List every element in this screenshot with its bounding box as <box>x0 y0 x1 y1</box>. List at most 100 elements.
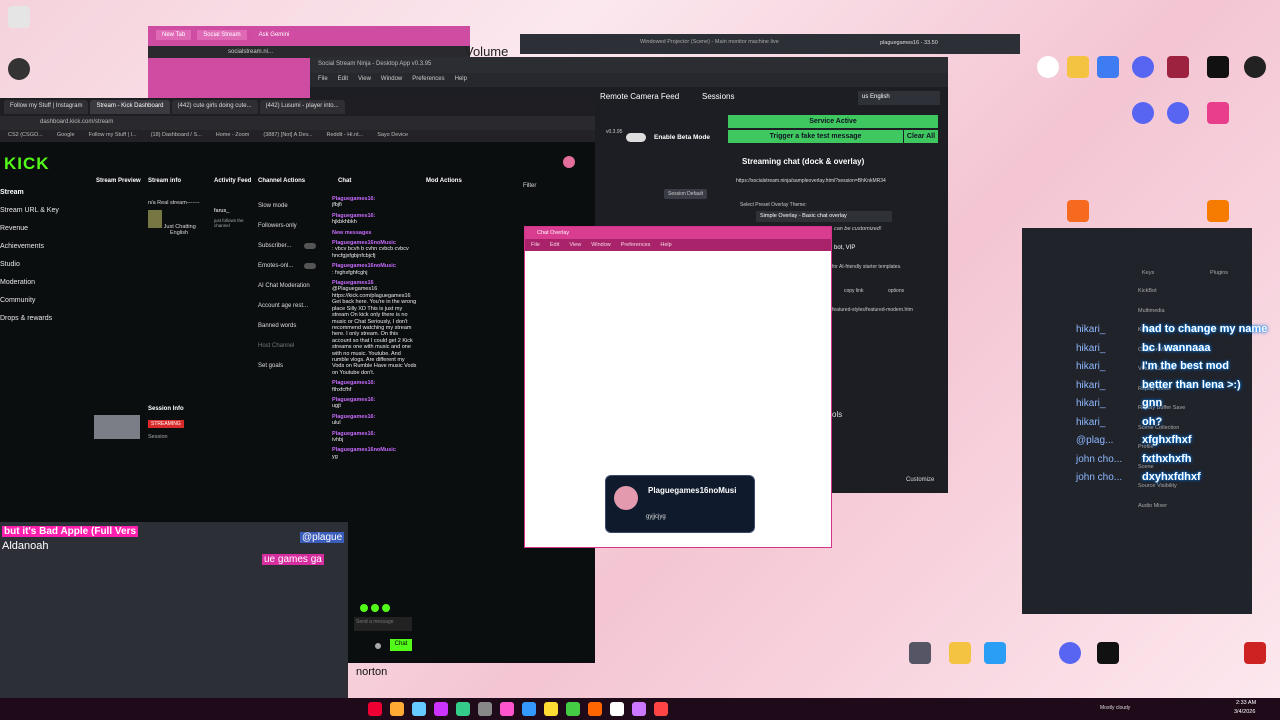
tab-social-stream[interactable]: Social Stream <box>197 30 247 40</box>
desktop-icon[interactable] <box>1203 102 1233 126</box>
desktop-icon[interactable] <box>945 642 975 666</box>
menu-help[interactable]: Help <box>455 76 467 84</box>
bookmark[interactable]: Google <box>57 132 75 140</box>
tab-youtube-2[interactable]: (442) Lusumi - player into... <box>259 100 345 114</box>
chat-username[interactable]: Plaguegames16noMusic <box>332 240 396 246</box>
sidebar-item-stream-url[interactable]: Stream URL & Key <box>0 202 90 220</box>
beta-toggle[interactable] <box>626 133 646 142</box>
taskbar-app-icon[interactable] <box>390 702 404 716</box>
service-active-button[interactable]: Service Active <box>728 115 938 128</box>
menu-window[interactable]: Window <box>591 242 611 248</box>
desktop-icon[interactable] <box>4 58 34 82</box>
menu-view[interactable]: View <box>358 76 371 84</box>
date[interactable]: 3/4/2026 <box>1234 709 1255 715</box>
sidebar-item-drops[interactable]: Drops & rewards <box>0 310 90 328</box>
desktop-icon[interactable] <box>1163 56 1193 80</box>
menu-edit[interactable]: Edit <box>550 242 559 248</box>
customize-button[interactable]: Customize <box>906 477 934 483</box>
chat-username[interactable]: Plaguegames16: <box>332 380 375 386</box>
overlay-url[interactable]: https://socialstream.ninja/sampleoverlay… <box>736 178 886 184</box>
settings-icon[interactable] <box>375 643 381 649</box>
chat-username[interactable]: Plaguegames16: <box>332 431 375 437</box>
taskbar-app-icon[interactable] <box>478 702 492 716</box>
filter-button[interactable]: Filter <box>523 183 536 189</box>
sidebar-item-achievements[interactable]: Achievements <box>0 238 90 256</box>
sidebar-item-studio[interactable]: Studio <box>0 256 90 274</box>
tab-youtube-1[interactable]: (442) cute girls doing cute... <box>171 100 258 114</box>
desktop-icon[interactable] <box>1093 642 1123 666</box>
trigger-test-button[interactable]: Trigger a fake test message <box>728 130 903 143</box>
chat-username[interactable]: Plaguegames16: <box>332 414 375 420</box>
bookmark[interactable]: Sayo Device <box>377 132 408 140</box>
chat-input[interactable]: Send a message <box>354 617 412 631</box>
action-banned-words[interactable]: Banned words <box>258 316 320 336</box>
sidebar-item-stream[interactable]: Stream <box>0 184 90 202</box>
desktop-icon[interactable] <box>1203 56 1233 80</box>
chat-username[interactable]: Plaguegames16 <box>332 280 374 286</box>
emote-icon[interactable] <box>382 604 390 612</box>
stream-preview-thumb[interactable] <box>94 415 140 439</box>
bookmark[interactable]: (18) Dashboard / S... <box>151 132 202 140</box>
desktop-icon[interactable] <box>1163 102 1193 126</box>
action-followers-only[interactable]: Followers-only <box>258 216 320 236</box>
action-set-goals[interactable]: Set goals <box>258 356 320 376</box>
action-subscriber[interactable]: Subscriber... <box>258 236 320 256</box>
taskbar-app-icon[interactable] <box>500 702 514 716</box>
taskbar-app-icon[interactable] <box>368 702 382 716</box>
language-select[interactable]: us English <box>858 91 940 105</box>
menu-help[interactable]: Help <box>660 242 671 248</box>
chat-username[interactable]: Plaguegames16noMusic <box>332 263 396 269</box>
desktop-icon[interactable] <box>980 642 1010 666</box>
toggle[interactable] <box>304 243 316 249</box>
session-default-button[interactable]: Session Default <box>664 189 708 199</box>
menu-window[interactable]: Window <box>381 76 402 84</box>
clear-all-button[interactable]: Clear All <box>904 130 938 143</box>
obs-item[interactable]: KickBot <box>1138 288 1185 308</box>
weather[interactable]: Mostly cloudy <box>1100 705 1130 711</box>
options-button[interactable]: options <box>888 288 904 294</box>
taskbar-app-icon[interactable] <box>434 702 448 716</box>
tab-kick-dashboard[interactable]: Stream - Kick Dashboard <box>90 100 170 114</box>
chat-username[interactable]: Plaguegames16: <box>332 397 375 403</box>
taskbar-app-icon[interactable] <box>544 702 558 716</box>
taskbar-app-icon[interactable] <box>566 702 580 716</box>
desktop-icon[interactable] <box>1033 56 1063 80</box>
tab-new[interactable]: New Tab <box>156 30 192 40</box>
chat-overlay-window[interactable]: Chat Overlay File Edit View Window Prefe… <box>524 226 832 548</box>
desktop-icon[interactable] <box>1128 56 1158 80</box>
menu-file[interactable]: File <box>531 242 540 248</box>
desktop-icon[interactable] <box>1128 102 1158 126</box>
sidebar-item-community[interactable]: Community <box>0 292 90 310</box>
emote-icon[interactable] <box>360 604 368 612</box>
desktop-icon[interactable] <box>1093 56 1123 80</box>
desktop-icon[interactable] <box>1240 56 1270 80</box>
taskbar-app-icon[interactable] <box>412 702 426 716</box>
desktop-icon[interactable] <box>905 642 935 666</box>
desktop-icon[interactable] <box>1240 642 1270 666</box>
menu-view[interactable]: View <box>569 242 581 248</box>
desktop-icon[interactable] <box>1203 200 1233 224</box>
url-bar[interactable]: dashboard.kick.com/stream <box>0 116 595 130</box>
tab-ask-gemini[interactable]: Ask Gemini <box>252 30 296 40</box>
menu-preferences[interactable]: Preferences <box>412 76 444 84</box>
bookmark[interactable]: Follow my Stuff | I... <box>89 132 137 140</box>
menu-preferences[interactable]: Preferences <box>621 242 651 248</box>
obs-panel[interactable]: Keys Plugins KickBot Multimedia Kicklet Cha… <box>1022 228 1252 614</box>
tab-sessions[interactable]: Sessions <box>702 92 734 101</box>
tab-remote-camera[interactable]: Remote Camera Feed <box>600 92 679 101</box>
taskbar-app-icon[interactable] <box>456 702 470 716</box>
desktop-icon[interactable] <box>4 6 34 30</box>
avatar[interactable] <box>563 156 575 168</box>
sidebar-item-moderation[interactable]: Moderation <box>0 274 90 292</box>
action-slow-mode[interactable]: Slow mode <box>258 196 320 216</box>
bookmark[interactable]: Home - Zoom <box>216 132 250 140</box>
obs-item[interactable]: Audio Mixer <box>1138 503 1185 523</box>
chat-username[interactable]: Plaguegames16: <box>332 196 375 202</box>
action-account-age[interactable]: Account age rest... <box>258 296 320 316</box>
taskbar-app-icon[interactable] <box>632 702 646 716</box>
taskbar-app-icon[interactable] <box>522 702 536 716</box>
menu-file[interactable]: File <box>318 76 328 84</box>
copy-link-button[interactable]: copy link <box>844 288 863 294</box>
menu-edit[interactable]: Edit <box>338 76 348 84</box>
action-ai-moderation[interactable]: AI Chat Moderation <box>258 276 320 296</box>
